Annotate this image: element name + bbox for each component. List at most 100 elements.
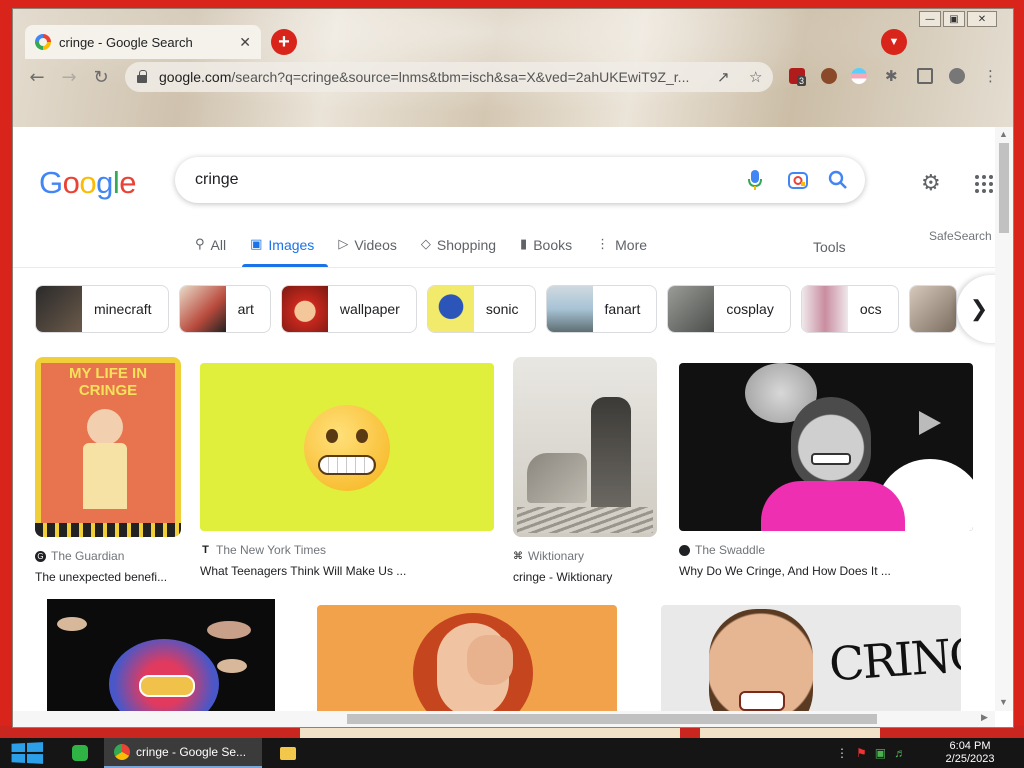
chrome-icon — [114, 744, 130, 760]
vertical-scrollbar[interactable]: ▲ ▼ — [995, 127, 1013, 711]
scroll-right-icon[interactable]: ▶ — [981, 712, 988, 723]
minimize-button[interactable]: — — [919, 11, 941, 27]
google-favicon-icon — [35, 34, 51, 50]
collage-eye — [57, 617, 87, 631]
chip-fanart[interactable]: fanart — [545, 285, 658, 333]
image-result[interactable] — [47, 599, 275, 711]
green-app-icon — [72, 745, 88, 761]
flag-extension-icon[interactable] — [851, 68, 867, 84]
result-image[interactable] — [200, 363, 494, 531]
back-button[interactable]: ← — [25, 65, 49, 89]
chip-label: minecraft — [94, 301, 152, 317]
extensions-puzzle-icon[interactable]: ✱ — [885, 67, 898, 85]
pink-shirt — [761, 481, 905, 531]
chip-label: sonic — [485, 301, 519, 317]
avatar-extension-icon[interactable] — [821, 68, 837, 84]
chip-art[interactable]: art — [178, 285, 271, 333]
result-title[interactable]: The unexpected benefi... — [35, 570, 185, 584]
logo-letter: e — [119, 165, 137, 200]
image-result[interactable]: T The New York Times What Teenagers Think… — [200, 363, 498, 578]
tray-overflow-icon[interactable]: ⋮ — [836, 746, 848, 760]
ublock-extension-icon[interactable]: 3 — [789, 68, 807, 86]
close-tab-icon[interactable]: ✕ — [239, 34, 251, 51]
source-favicon-icon: G — [35, 550, 46, 562]
system-tray: ⋮ ⚑ ▣ ♬ — [836, 738, 906, 768]
image-result[interactable]: MY LIFE IN CRINGE G The Guardian The unex… — [35, 357, 185, 584]
bookmark-star-icon[interactable]: ☆ — [749, 68, 762, 86]
search-icon[interactable] — [827, 169, 849, 196]
image-result[interactable] — [317, 605, 619, 711]
result-image[interactable] — [513, 357, 657, 537]
emoji-teeth — [318, 455, 376, 475]
tab-search-button[interactable]: ▼ — [881, 29, 907, 55]
tab-shopping[interactable]: ◇ Shopping — [419, 225, 506, 267]
share-icon[interactable]: ↗ — [717, 68, 730, 86]
search-icon: ⚲ — [195, 237, 205, 252]
voice-search-icon[interactable] — [747, 169, 763, 196]
close-window-button[interactable]: ✕ — [967, 11, 997, 27]
tab-videos[interactable]: ▷ Videos — [336, 225, 407, 267]
safesearch-button[interactable]: SafeSearch — [929, 229, 992, 243]
chip-sonic[interactable]: sonic — [426, 285, 536, 333]
search-input[interactable] — [195, 171, 715, 189]
lens-search-icon[interactable] — [787, 169, 809, 196]
collage-eye — [217, 659, 247, 673]
chip-minecraft[interactable]: minecraft — [35, 285, 169, 333]
settings-gear-icon[interactable]: ⚙ — [921, 171, 941, 196]
result-title[interactable]: What Teenagers Think Will Make Us ... — [200, 564, 498, 578]
tag-icon: ◇ — [420, 237, 431, 252]
book-icon: ▮ — [520, 237, 528, 252]
reload-button[interactable]: ↻ — [89, 65, 113, 89]
result-image[interactable]: CRINGE — [661, 605, 961, 711]
windows-start-button[interactable] — [11, 742, 44, 764]
chip-wallpaper[interactable]: wallpaper — [280, 285, 417, 333]
image-result[interactable]: CRINGE — [661, 605, 963, 711]
volume-icon[interactable]: ♬ — [894, 746, 906, 760]
result-image[interactable] — [679, 363, 973, 531]
taskbar-chrome[interactable]: cringe - Google Se... — [104, 738, 262, 768]
emoji-eye — [326, 429, 338, 443]
scrollbar-thumb[interactable] — [999, 143, 1009, 233]
scrollbar-thumb[interactable] — [347, 714, 877, 724]
side-panel-icon[interactable] — [917, 68, 933, 84]
scroll-down-icon[interactable]: ▼ — [999, 697, 1008, 707]
result-image[interactable] — [47, 599, 275, 711]
maximize-button[interactable]: ▣ — [943, 11, 965, 27]
result-image[interactable]: MY LIFE IN CRINGE — [35, 357, 181, 537]
image-result[interactable]: ⌘ Wiktionary cringe - Wiktionary — [513, 357, 661, 584]
image-result[interactable]: The Swaddle Why Do We Cringe, And How Do… — [679, 363, 977, 578]
new-tab-button[interactable]: + — [271, 29, 297, 55]
emoji-eye — [356, 429, 368, 443]
tools-button[interactable]: Tools — [813, 239, 846, 255]
lock-icon — [137, 70, 147, 83]
flag-icon[interactable]: ⚑ — [856, 746, 867, 760]
browser-menu-icon[interactable]: ⋮ — [983, 67, 998, 85]
tab-books[interactable]: ▮ Books — [518, 225, 582, 267]
tab-images[interactable]: ▣ Images — [242, 225, 329, 267]
browser-tab[interactable]: cringe - Google Search ✕ — [25, 25, 261, 59]
source-name: The Swaddle — [695, 543, 766, 557]
cover-border — [35, 523, 181, 537]
taskbar-app[interactable] — [72, 738, 94, 768]
taskbar-file-explorer[interactable] — [280, 738, 300, 768]
result-title[interactable]: cringe - Wiktionary — [513, 570, 661, 584]
horizontal-scrollbar[interactable]: ▶ — [13, 711, 995, 727]
profile-icon[interactable] — [949, 68, 965, 84]
scroll-up-icon[interactable]: ▲ — [999, 129, 1008, 139]
google-apps-icon[interactable] — [975, 175, 993, 193]
chip-ocs[interactable]: ocs — [800, 285, 899, 333]
address-url: google.com/search?q=cringe&source=lnms&t… — [159, 69, 707, 85]
chip-more[interactable] — [908, 285, 957, 333]
result-title[interactable]: Why Do We Cringe, And How Does It ... — [679, 564, 977, 578]
tab-more[interactable]: ⋮ More — [594, 225, 657, 267]
result-image[interactable] — [317, 605, 617, 711]
taskbar-clock[interactable]: 6:04 PM 2/25/2023 — [930, 740, 1010, 766]
address-bar[interactable]: google.com/search?q=cringe&source=lnms&t… — [125, 62, 773, 92]
tab-all[interactable]: ⚲ All — [193, 225, 236, 267]
forward-button[interactable]: → — [57, 65, 81, 89]
chip-cosplay[interactable]: cosplay — [667, 285, 791, 333]
man-teeth — [739, 691, 785, 711]
google-logo[interactable]: Google — [39, 165, 137, 201]
network-icon[interactable]: ▣ — [875, 746, 886, 760]
tab-title: cringe - Google Search — [59, 34, 193, 50]
